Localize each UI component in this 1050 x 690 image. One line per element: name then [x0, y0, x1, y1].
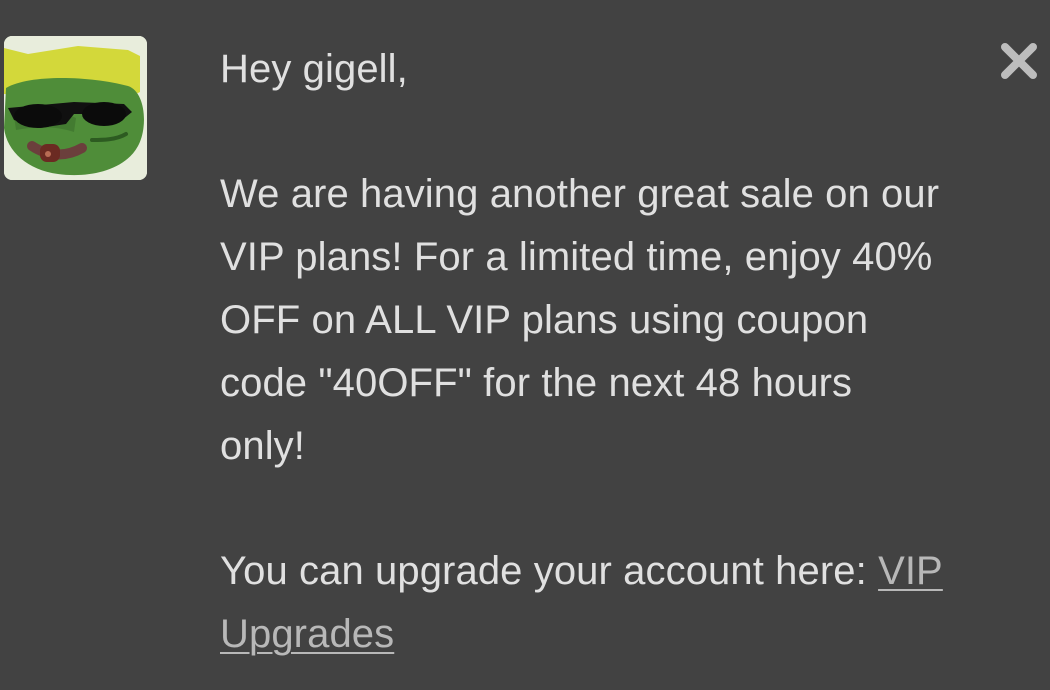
message-body: Hey gigell, We are having another great …: [220, 38, 1040, 666]
promo-line: We are having another great sale on our: [220, 172, 940, 216]
message-card: Hey gigell, We are having another great …: [0, 0, 1050, 690]
vip-upgrades-link-label-line-1: VIP: [878, 549, 943, 593]
promo-line: only!: [220, 424, 305, 468]
upgrade-prefix: You can upgrade your account here:: [220, 549, 879, 593]
promo-line: OFF on ALL VIP plans using coupon: [220, 298, 869, 342]
vip-upgrades-link-label-line-2: Upgrades: [220, 612, 395, 656]
upgrade-text: You can upgrade your account here: VIP Up…: [220, 540, 1040, 666]
sunglasses-frog-avatar-icon: [4, 36, 147, 180]
avatar: [4, 36, 147, 180]
promo-line: VIP plans! For a limited time, enjoy 40%: [220, 235, 933, 279]
promo-text: We are having another great sale on our …: [220, 163, 1040, 478]
greeting: Hey gigell,: [220, 47, 408, 91]
promo-line: code "40OFF" for the next 48 hours: [220, 361, 853, 405]
